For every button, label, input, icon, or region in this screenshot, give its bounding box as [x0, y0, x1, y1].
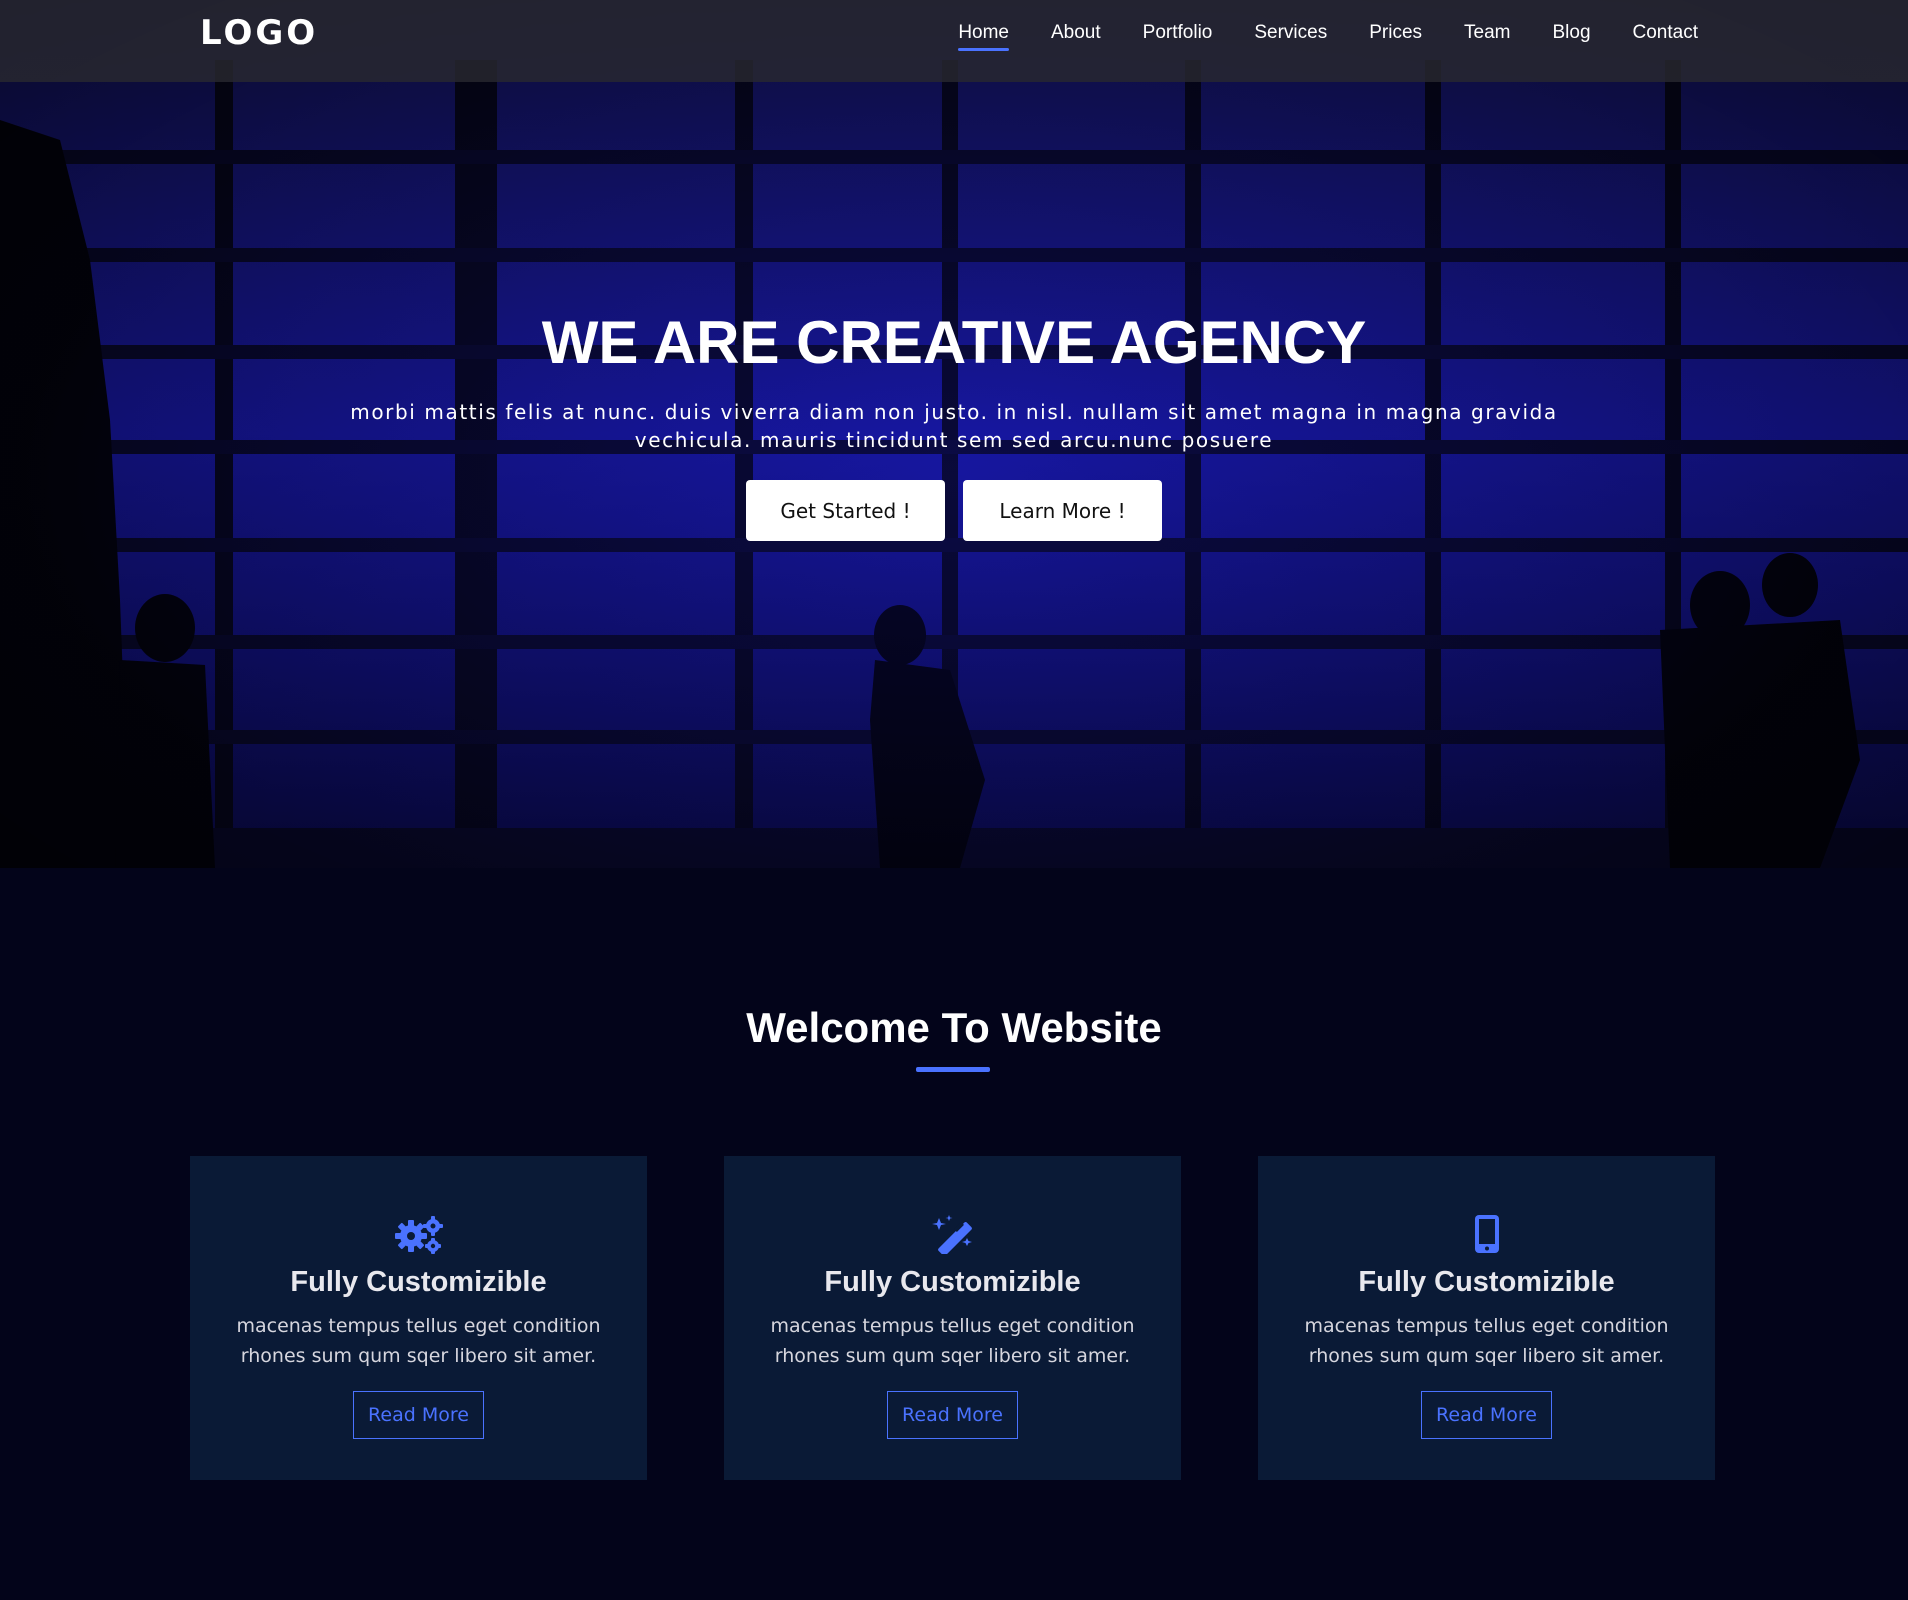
- mobile-phone-icon: [1461, 1212, 1513, 1256]
- logo[interactable]: LOGO: [200, 13, 318, 53]
- card-title: Fully Customizible: [824, 1266, 1081, 1298]
- main-nav: Home About Portfolio Services Prices Tea…: [958, 22, 1698, 51]
- navbar: LOGO Home About Portfolio Services Price…: [0, 0, 1908, 82]
- hero-section: WE ARE CREATIVE AGENCY morbi mattis feli…: [0, 0, 1908, 868]
- hero-title: WE ARE CREATIVE AGENCY: [541, 309, 1367, 376]
- card-text: macenas tempus tellus eget condition rho…: [236, 1315, 601, 1367]
- nav-services[interactable]: Services: [1254, 22, 1327, 50]
- nav-home[interactable]: Home: [958, 22, 1009, 51]
- nav-portfolio[interactable]: Portfolio: [1143, 22, 1213, 50]
- learn-more-button[interactable]: Learn More !: [963, 480, 1162, 541]
- nav-team[interactable]: Team: [1464, 22, 1510, 50]
- feature-card: Fully Customizible macenas tempus tellus…: [190, 1156, 647, 1480]
- nav-prices[interactable]: Prices: [1369, 22, 1422, 50]
- welcome-title: Welcome To Website: [746, 1004, 1162, 1051]
- card-title: Fully Customizible: [1358, 1266, 1615, 1298]
- read-more-button[interactable]: Read More: [887, 1391, 1018, 1439]
- magic-wand-icon: [927, 1212, 979, 1256]
- hero-buttons: Get Started ! Learn More !: [0, 480, 1908, 541]
- feature-card: Fully Customizible macenas tempus tellus…: [1258, 1156, 1715, 1480]
- nav-blog[interactable]: Blog: [1552, 22, 1590, 50]
- nav-about[interactable]: About: [1051, 22, 1101, 50]
- read-more-button[interactable]: Read More: [1421, 1391, 1552, 1439]
- feature-cards: Fully Customizible macenas tempus tellus…: [190, 1156, 1715, 1480]
- feature-card: Fully Customizible macenas tempus tellus…: [724, 1156, 1181, 1480]
- nav-contact[interactable]: Contact: [1633, 22, 1698, 50]
- hero-description: morbi mattis felis at nunc. duis viverra…: [350, 400, 1558, 452]
- card-title: Fully Customizible: [290, 1266, 547, 1298]
- card-text: macenas tempus tellus eget condition rho…: [1304, 1315, 1669, 1367]
- welcome-underline: [916, 1067, 990, 1072]
- gears-icon: [393, 1212, 445, 1256]
- read-more-button[interactable]: Read More: [353, 1391, 484, 1439]
- card-text: macenas tempus tellus eget condition rho…: [770, 1315, 1135, 1367]
- get-started-button[interactable]: Get Started !: [746, 480, 945, 541]
